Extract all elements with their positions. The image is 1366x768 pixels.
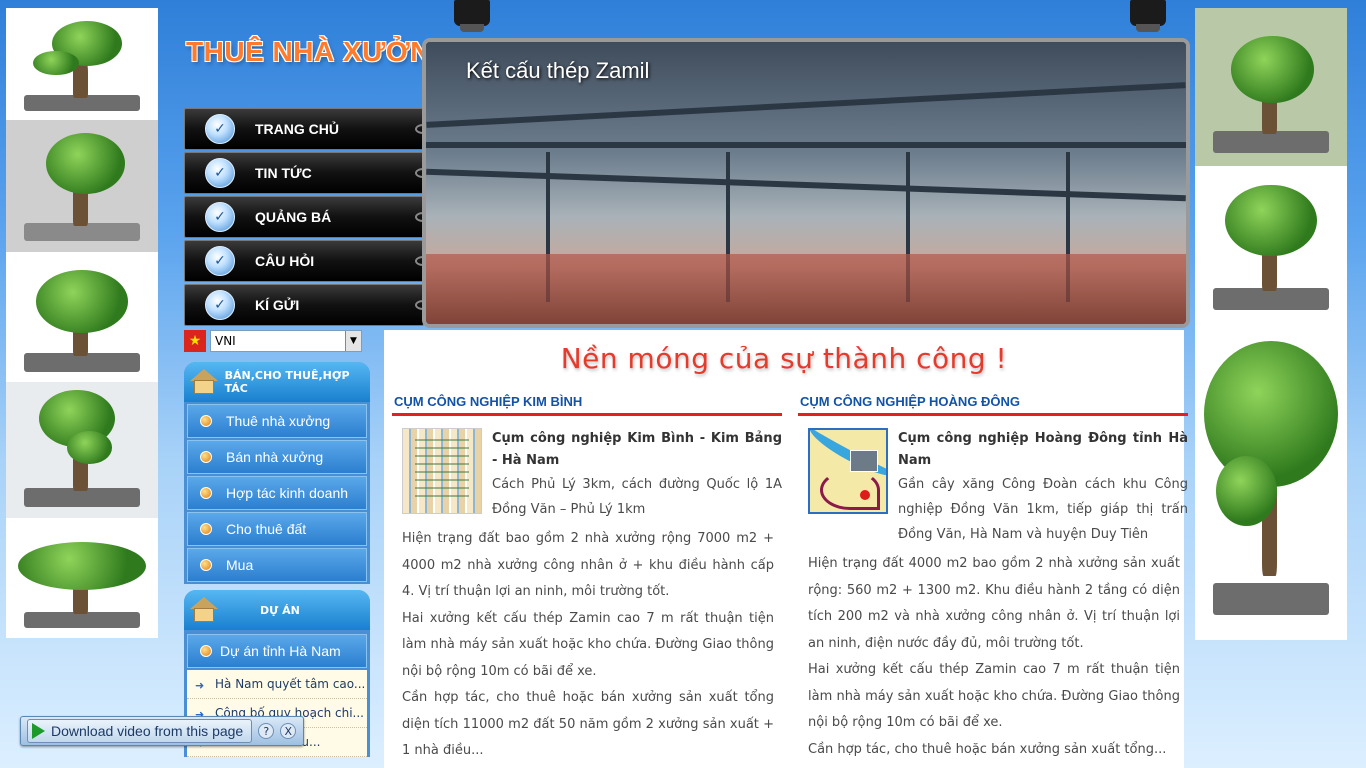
article-paragraph: Cần hợp tác, cho thuê hoặc bán xưởng sản… xyxy=(402,690,774,758)
article-hoang-dong: CỤM CÔNG NGHIỆP HOÀNG ĐÔNG Cụm công nghi… xyxy=(798,392,1188,763)
article-body: Hiện trạng đất 4000 m2 bao gồm 2 nhà xưở… xyxy=(798,547,1188,763)
download-video-toolbar: Download video from this page ? X xyxy=(20,716,304,746)
nav-item-faq[interactable]: ✓ CÂU HỎI xyxy=(184,240,431,282)
nav-item-home[interactable]: ✓ TRANG CHỦ xyxy=(184,108,431,150)
warehouse-photo xyxy=(426,42,1186,324)
nav-item-label: CÂU HỎI xyxy=(255,253,315,269)
help-icon[interactable]: ? xyxy=(258,723,275,739)
binder-clip-right xyxy=(1130,0,1166,32)
nav-item-label: KÍ GỬI xyxy=(255,297,300,313)
article-headline[interactable]: Cụm công nghiệp Hoàng Đông tỉnh Hà Nam xyxy=(898,428,1188,472)
section-title[interactable]: CỤM CÔNG NGHIỆP HOÀNG ĐÔNG xyxy=(798,392,1188,416)
bullet-icon xyxy=(200,645,212,657)
globe-icon: ✓ xyxy=(205,202,235,232)
project-group-ha-nam[interactable]: Dự án tỉnh Hà Nam xyxy=(187,634,367,668)
language-select[interactable]: VNI ▼ xyxy=(210,330,362,352)
project-link[interactable]: ➜ Hà Nam quyết tâm cao... xyxy=(187,670,367,699)
location-map-thumbnail[interactable] xyxy=(808,428,888,514)
projects-title: DỰ ÁN xyxy=(260,603,300,617)
close-icon[interactable]: X xyxy=(280,723,297,739)
article-summary: Cách Phủ Lý 3km, cách đường Quốc lộ 1A Đ… xyxy=(492,477,782,517)
arrow-right-icon: ➜ xyxy=(195,679,205,692)
category-item-label: Mua xyxy=(226,557,254,573)
bullet-icon xyxy=(200,415,212,427)
article-summary: Gần cây xăng Công Đoàn cách khu Công ngh… xyxy=(898,477,1188,542)
nav-item-label: TRANG CHỦ xyxy=(255,121,339,137)
project-link-label: Hà Nam quyết tâm cao... xyxy=(215,677,366,691)
language-value: VNI xyxy=(215,334,236,348)
content-area: Nền móng của sự thành công ! CỤM CÔNG NG… xyxy=(384,330,1188,768)
banner-caption: Kết cấu thép Zamil xyxy=(466,58,650,83)
category-item-label: Thuê nhà xưởng xyxy=(226,413,331,429)
article-body: Hiện trạng đất bao gồm 2 nhà xưởng rộng … xyxy=(392,522,782,765)
bonsai-image-left-1 xyxy=(6,8,158,120)
main-panel: THUÊ NHÀ XƯỞNG ✓ TRANG CHỦ ✓ TIN TỨC ✓ Q… xyxy=(166,0,1194,768)
nav-item-label: TIN TỨC xyxy=(255,165,312,181)
article-headline[interactable]: Cụm công nghiệp Kim Bình - Kim Bảng - Hà… xyxy=(492,428,782,472)
bonsai-image-left-3 xyxy=(6,252,158,382)
category-item-label: Cho thuê đất xyxy=(226,521,307,537)
play-icon xyxy=(32,723,45,739)
download-video-label: Download video from this page xyxy=(51,723,244,739)
bullet-icon xyxy=(200,523,212,535)
article-paragraph: Hiện trạng đất bao gồm 2 nhà xưởng rộng … xyxy=(402,531,774,599)
globe-icon: ✓ xyxy=(205,290,235,320)
category-title: BÁN,CHO THUÊ,HỢP TÁC xyxy=(224,369,350,395)
category-header: BÁN,CHO THUÊ,HỢP TÁC xyxy=(184,362,370,402)
bonsai-image-right-1 xyxy=(1195,8,1347,166)
bullet-icon xyxy=(200,451,212,463)
article-paragraph: Hiện trạng đất 4000 m2 bao gồm 2 nhà xưở… xyxy=(808,556,1180,651)
bonsai-image-left-4 xyxy=(6,382,158,518)
bonsai-image-left-2 xyxy=(6,120,158,252)
download-video-button[interactable]: Download video from this page xyxy=(27,719,253,743)
category-item-land-rent[interactable]: Cho thuê đất xyxy=(187,512,367,546)
globe-icon: ✓ xyxy=(205,246,235,276)
bullet-icon xyxy=(200,487,212,499)
category-item-partnership[interactable]: Hợp tác kinh doanh xyxy=(187,476,367,510)
article-paragraph: Hai xưởng kết cấu thép Zamin cao 7 m rất… xyxy=(808,662,1180,730)
site-title[interactable]: THUÊ NHÀ XƯỞNG xyxy=(186,36,453,68)
category-item-sell-factory[interactable]: Bán nhà xưởng xyxy=(187,440,367,474)
globe-icon: ✓ xyxy=(205,158,235,188)
category-item-rent-factory[interactable]: Thuê nhà xưởng xyxy=(187,404,367,438)
slogan: Nền móng của sự thành công ! xyxy=(560,342,1008,375)
banner-slideshow[interactable]: Kết cấu thép Zamil xyxy=(422,38,1190,328)
category-item-label: Hợp tác kinh doanh xyxy=(226,485,349,501)
chevron-down-icon[interactable]: ▼ xyxy=(345,331,361,351)
article-kim-binh: CỤM CÔNG NGHIỆP KIM BÌNH Cụm công nghiệp… xyxy=(392,392,782,765)
section-title[interactable]: CỤM CÔNG NGHIỆP KIM BÌNH xyxy=(392,392,782,416)
projects-header: DỰ ÁN xyxy=(184,590,370,630)
nav-item-advertise[interactable]: ✓ QUẢNG BÁ xyxy=(184,196,431,238)
main-menu: ✓ TRANG CHỦ ✓ TIN TỨC ✓ QUẢNG BÁ ✓ CÂU H… xyxy=(184,108,431,328)
binder-clip-left xyxy=(454,0,490,32)
house-icon xyxy=(188,595,220,625)
article-paragraph: Hai xưởng kết cấu thép Zamin cao 7 m rất… xyxy=(402,610,774,679)
site-plan-thumbnail[interactable] xyxy=(402,428,482,514)
bonsai-image-right-2 xyxy=(1195,166,1347,322)
language-selector: ★ VNI ▼ xyxy=(184,330,362,352)
bonsai-image-left-5 xyxy=(6,518,158,638)
category-item-buy[interactable]: Mua xyxy=(187,548,367,582)
project-group-label: Dự án tỉnh Hà Nam xyxy=(220,643,341,659)
category-item-label: Bán nhà xưởng xyxy=(226,449,324,465)
nav-item-label: QUẢNG BÁ xyxy=(255,209,332,225)
nav-item-news[interactable]: ✓ TIN TỨC xyxy=(184,152,431,194)
category-box: BÁN,CHO THUÊ,HỢP TÁC Thuê nhà xưởng Bán … xyxy=(184,362,370,584)
globe-icon: ✓ xyxy=(205,114,235,144)
bullet-icon xyxy=(200,559,212,571)
nav-item-consign[interactable]: ✓ KÍ GỬI xyxy=(184,284,431,326)
vietnam-flag-icon: ★ xyxy=(184,330,206,352)
article-paragraph: Cần hợp tác, cho thuê hoặc bán xưởng sản… xyxy=(808,741,1167,757)
house-icon xyxy=(188,367,219,397)
bonsai-image-right-3 xyxy=(1195,322,1347,640)
